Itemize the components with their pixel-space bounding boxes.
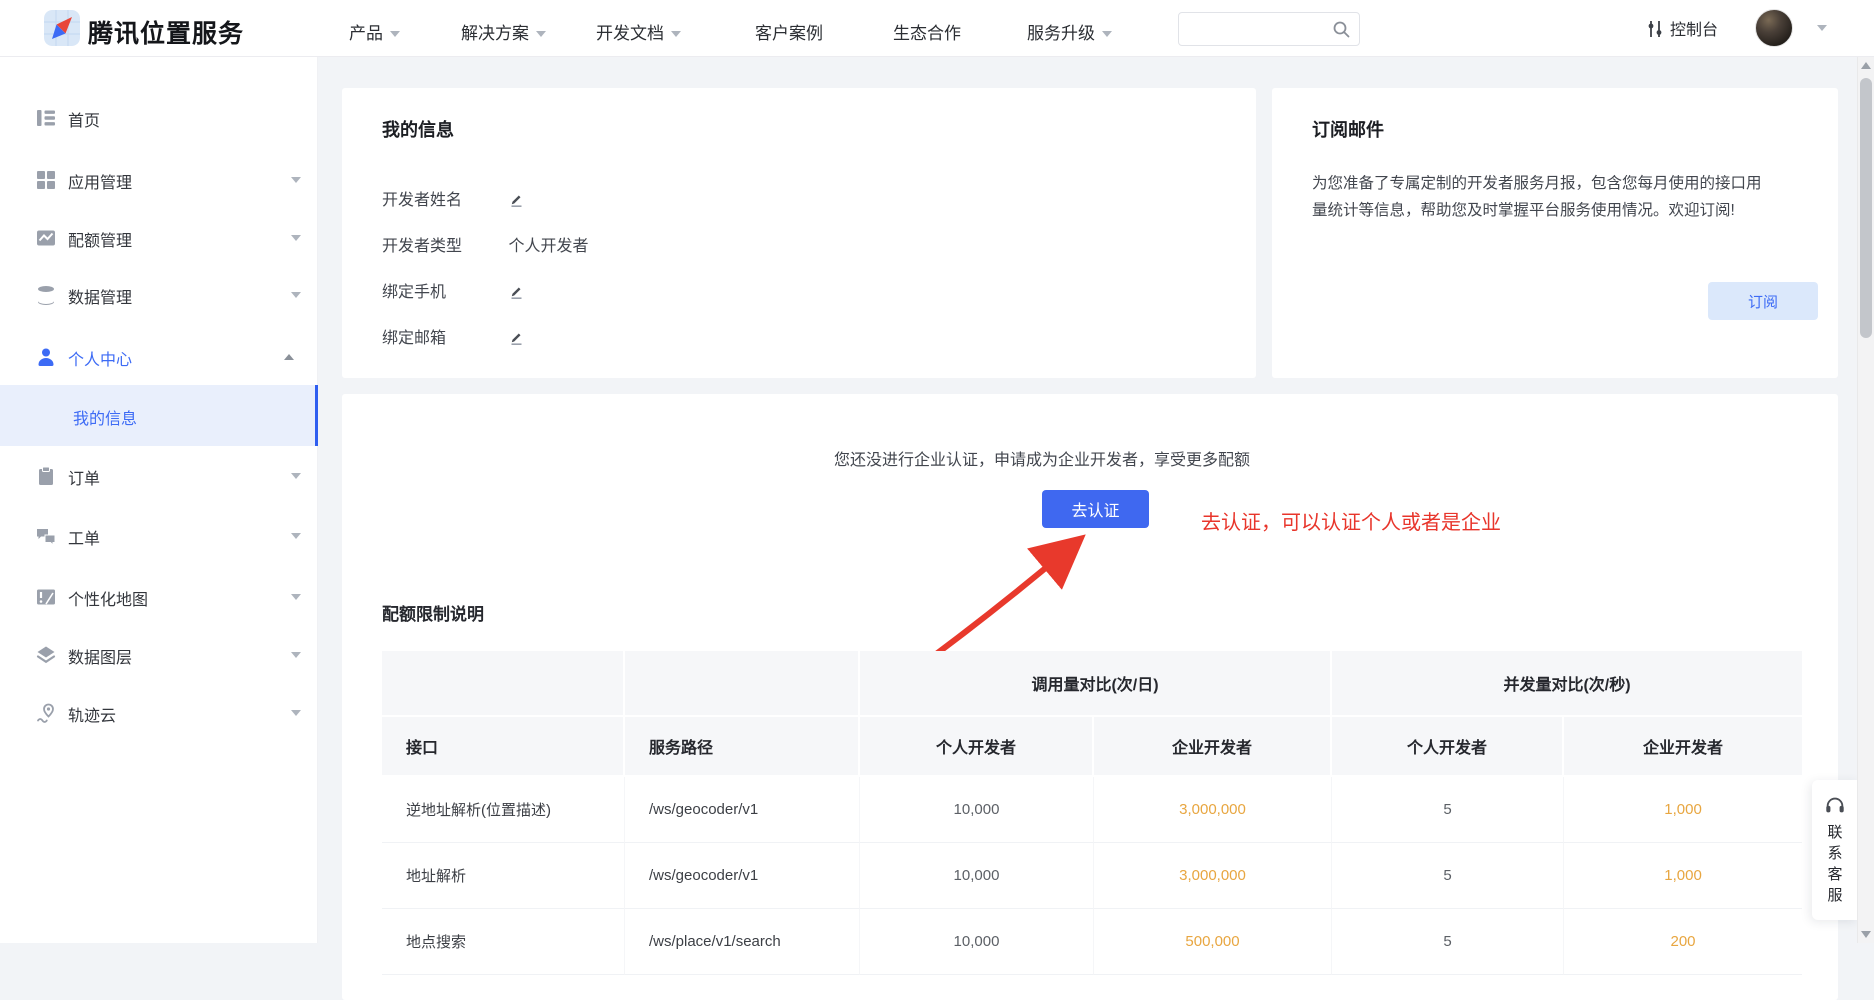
contact-support-tab[interactable]: 联系客服 xyxy=(1812,780,1858,920)
home-list-icon xyxy=(36,108,56,128)
col-header-personal: 个人开发者 xyxy=(860,717,1094,777)
table-header-row: 接口 服务路径 个人开发者 企业开发者 个人开发者 企业开发者 xyxy=(382,717,1802,777)
developer-type-row: 开发者类型 个人开发者 xyxy=(382,232,588,256)
certification-message: 您还没进行企业认证，申请成为企业开发者，享受更多配额 xyxy=(342,446,1742,470)
order-clipboard-icon xyxy=(36,466,56,486)
table-row: 逆地址解析(位置描述) /ws/geocoder/v1 10,000 3,000… xyxy=(382,777,1802,843)
sidebar-item-data-management[interactable]: 数据管理 xyxy=(0,275,318,315)
sidebar: 首页 应用管理 配额管理 数据管理 个人中心 我的信息 订单 工单 个性化地图 xyxy=(0,57,318,943)
col-header-path: 服务路径 xyxy=(625,717,860,777)
apps-grid-icon xyxy=(36,170,56,190)
chevron-down-icon xyxy=(1102,31,1112,37)
sidebar-item-track-cloud[interactable]: 轨迹云 xyxy=(0,693,318,733)
subscribe-mail-card: 订阅邮件 为您准备了专属定制的开发者服务月报，包含您每月使用的接口用量统计等信息… xyxy=(1272,88,1838,378)
sidebar-item-quota-management[interactable]: 配额管理 xyxy=(0,218,318,258)
empty-header-cell xyxy=(382,651,625,717)
sidebar-item-tickets[interactable]: 工单 xyxy=(0,516,318,556)
certification-quota-card: 您还没进行企业认证，申请成为企业开发者，享受更多配额 去认证 去认证，可以认证个… xyxy=(342,394,1838,1000)
subscribe-button[interactable]: 订阅 xyxy=(1708,282,1818,320)
chevron-up-icon xyxy=(284,354,294,360)
table-group-header-row: 调用量对比(次/日) 并发量对比(次/秒) xyxy=(382,651,1802,717)
subscribe-title: 订阅邮件 xyxy=(1312,116,1384,142)
bind-email-row: 绑定邮箱 xyxy=(382,324,525,348)
scroll-down-arrow[interactable] xyxy=(1861,931,1871,938)
sidebar-subitem-my-info[interactable]: 我的信息 xyxy=(0,385,318,446)
bind-phone-row: 绑定手机 xyxy=(382,278,525,302)
sidebar-item-orders[interactable]: 订单 xyxy=(0,456,318,496)
top-navbar: 腾讯位置服务 产品 解决方案 开发文档 客户案例 生态合作 服务升级 控制台 xyxy=(0,0,1874,57)
ticket-chat-icon xyxy=(36,526,56,546)
chevron-down-icon xyxy=(291,292,301,298)
avatar-chevron-down-icon[interactable] xyxy=(1817,25,1827,31)
console-link[interactable]: 控制台 xyxy=(1646,16,1718,40)
compass-logo-icon[interactable] xyxy=(44,10,80,46)
chevron-down-icon xyxy=(671,31,681,37)
my-info-card: 我的信息 开发者姓名 开发者类型 个人开发者 绑定手机 绑定邮箱 xyxy=(342,88,1256,378)
scrollbar[interactable] xyxy=(1857,57,1874,943)
user-icon xyxy=(36,347,56,367)
chevron-down-icon xyxy=(291,533,301,539)
developer-name-row: 开发者姓名 xyxy=(382,186,525,210)
track-pin-icon xyxy=(36,703,56,723)
nav-item-upgrade[interactable]: 服务升级 xyxy=(1027,19,1112,44)
active-indicator-bar xyxy=(315,385,318,446)
col-header-enterprise: 企业开发者 xyxy=(1564,717,1802,777)
concurrent-quota-group-header: 并发量对比(次/秒) xyxy=(1332,651,1802,717)
edit-pencil-icon[interactable] xyxy=(508,191,525,208)
scroll-up-arrow[interactable] xyxy=(1861,62,1871,69)
scrollbar-thumb[interactable] xyxy=(1860,78,1872,338)
chevron-down-icon xyxy=(291,177,301,183)
contact-support-label: 联系客服 xyxy=(1827,822,1843,906)
nav-item-solutions[interactable]: 解决方案 xyxy=(461,19,546,44)
sidebar-item-data-layers[interactable]: 数据图层 xyxy=(0,635,318,675)
layers-icon xyxy=(36,645,56,665)
sidebar-item-personal-center[interactable]: 个人中心 xyxy=(0,337,318,377)
chevron-down-icon xyxy=(291,652,301,658)
col-header-api: 接口 xyxy=(382,717,625,777)
table-row: 地点搜索 /ws/place/v1/search 10,000 500,000 … xyxy=(382,909,1802,975)
chevron-down-icon xyxy=(291,594,301,600)
sliders-icon xyxy=(1646,19,1664,39)
database-icon xyxy=(36,285,56,305)
chevron-down-icon xyxy=(291,235,301,241)
sidebar-item-home[interactable]: 首页 xyxy=(0,98,318,138)
search-input[interactable] xyxy=(1187,15,1327,42)
go-certify-button[interactable]: 去认证 xyxy=(1042,490,1149,528)
avatar[interactable] xyxy=(1755,9,1793,47)
sidebar-item-custom-map[interactable]: 个性化地图 xyxy=(0,577,318,617)
search-icon[interactable] xyxy=(1331,19,1351,39)
quota-table: 调用量对比(次/日) 并发量对比(次/秒) 接口 服务路径 个人开发者 企业开发… xyxy=(382,651,1802,975)
chevron-down-icon xyxy=(536,31,546,37)
col-header-enterprise: 企业开发者 xyxy=(1094,717,1332,777)
quota-table-title: 配额限制说明 xyxy=(382,600,484,625)
my-info-title: 我的信息 xyxy=(382,116,454,142)
edit-pencil-icon[interactable] xyxy=(508,329,525,346)
chevron-down-icon xyxy=(390,31,400,37)
search-box xyxy=(1178,12,1360,46)
subscribe-description: 为您准备了专属定制的开发者服务月报，包含您每月使用的接口用量统计等信息，帮助您及… xyxy=(1312,170,1764,224)
daily-quota-group-header: 调用量对比(次/日) xyxy=(860,651,1332,717)
chevron-down-icon xyxy=(291,710,301,716)
developer-type-value: 个人开发者 xyxy=(508,238,588,255)
chevron-down-icon xyxy=(291,473,301,479)
nav-item-ecosystem[interactable]: 生态合作 xyxy=(893,19,961,44)
headset-icon xyxy=(1824,794,1846,816)
edit-pencil-icon[interactable] xyxy=(508,283,525,300)
main-content: 我的信息 开发者姓名 开发者类型 个人开发者 绑定手机 绑定邮箱 订阅邮件 为您… xyxy=(318,57,1874,943)
table-row: 地址解析 /ws/geocoder/v1 10,000 3,000,000 5 … xyxy=(382,843,1802,909)
quota-chart-icon xyxy=(36,228,56,248)
nav-item-products[interactable]: 产品 xyxy=(349,19,400,44)
empty-header-cell xyxy=(625,651,860,717)
nav-item-cases[interactable]: 客户案例 xyxy=(755,19,823,44)
sidebar-item-app-management[interactable]: 应用管理 xyxy=(0,160,318,200)
brand-title[interactable]: 腾讯位置服务 xyxy=(88,14,244,50)
red-annotation-text: 去认证，可以认证个人或者是企业 xyxy=(1201,506,1501,535)
custom-map-icon xyxy=(36,587,56,607)
nav-item-docs[interactable]: 开发文档 xyxy=(596,19,681,44)
col-header-personal: 个人开发者 xyxy=(1332,717,1564,777)
